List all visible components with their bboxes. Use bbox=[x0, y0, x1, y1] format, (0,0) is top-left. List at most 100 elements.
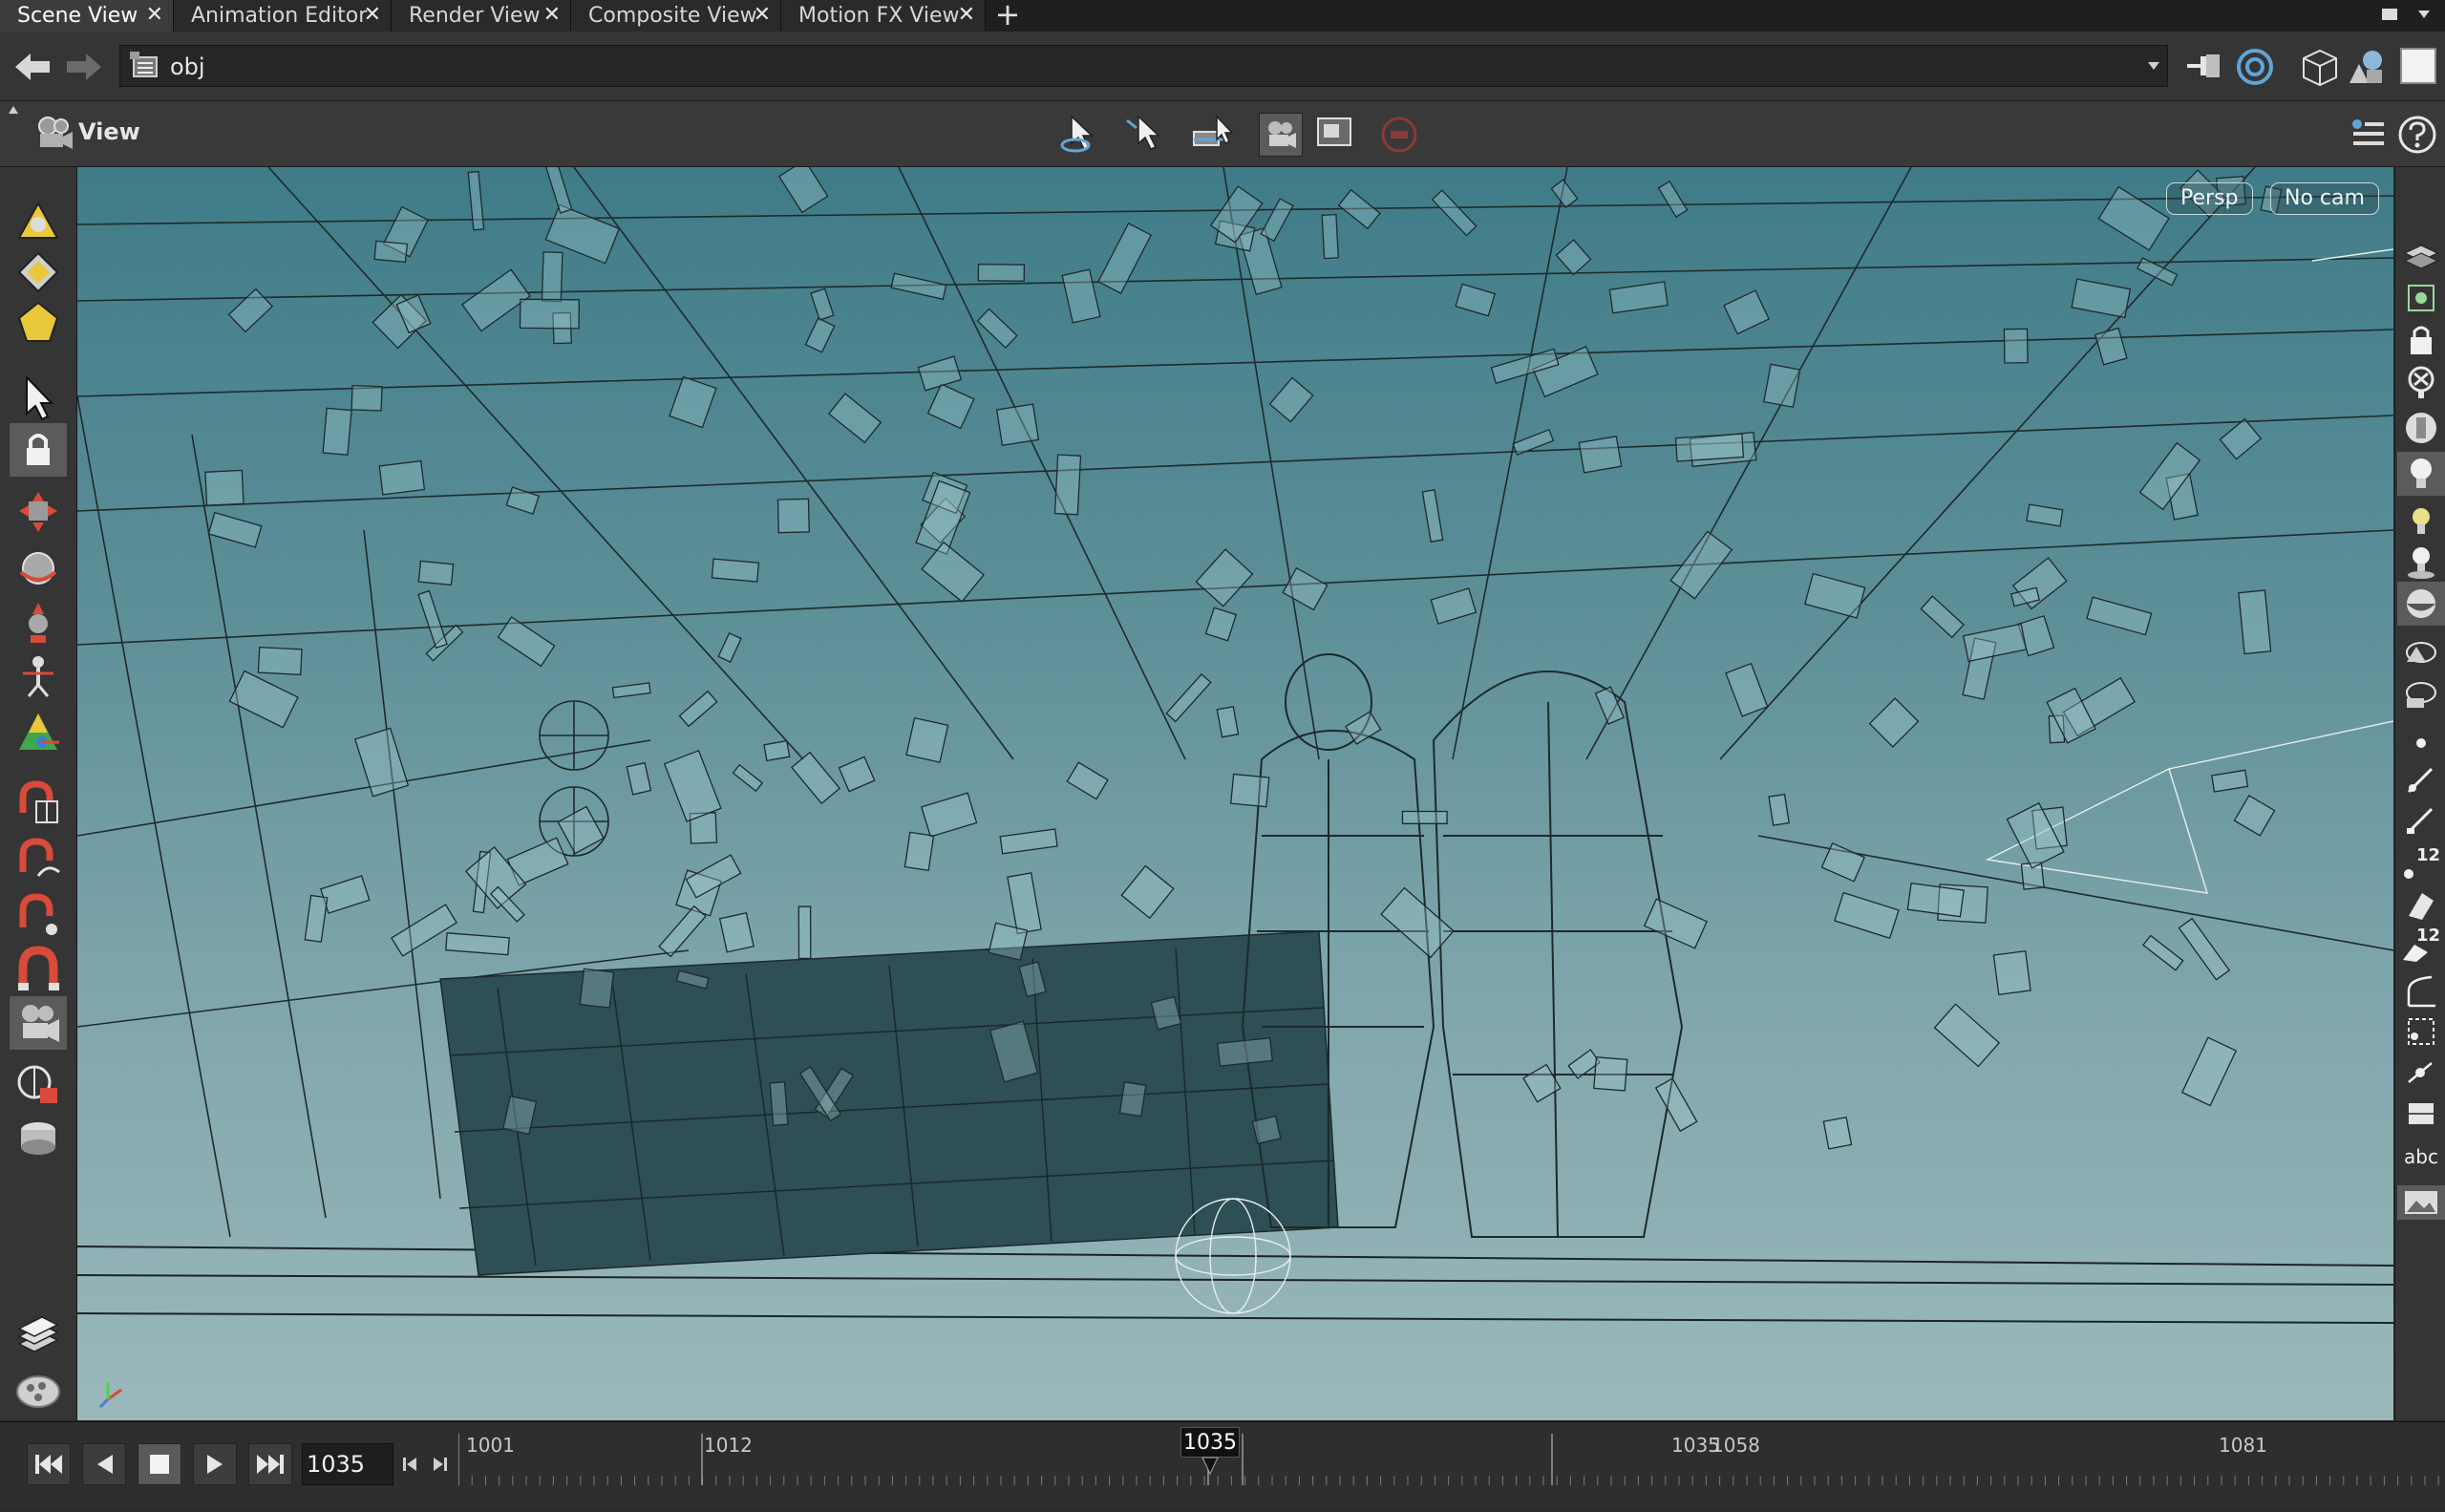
current-frame-field[interactable]: 1035 bbox=[302, 1443, 393, 1485]
smooth-shading-icon[interactable] bbox=[2403, 675, 2439, 712]
render-region-icon[interactable] bbox=[1314, 115, 1356, 153]
step-forward-icon[interactable] bbox=[430, 1455, 449, 1474]
path-field[interactable]: obj bbox=[119, 45, 2168, 87]
back-arrow-icon[interactable] bbox=[13, 51, 53, 83]
paper-card bbox=[1216, 706, 1240, 738]
forward-arrow-icon[interactable] bbox=[65, 51, 103, 83]
pin-icon[interactable] bbox=[2185, 49, 2223, 83]
tab-composite-view[interactable]: Composite View ✕ bbox=[571, 0, 781, 32]
lock-camera-icon[interactable] bbox=[2403, 322, 2439, 358]
shading-toggle[interactable] bbox=[2397, 582, 2445, 626]
target-icon[interactable] bbox=[2235, 47, 2275, 87]
snap-point-magnet-icon[interactable] bbox=[13, 889, 63, 939]
render-region-tool-icon[interactable] bbox=[13, 1059, 63, 1109]
lock-toggle[interactable] bbox=[10, 423, 67, 477]
prim-display-icon[interactable] bbox=[2403, 887, 2439, 924]
background-toggle[interactable] bbox=[2397, 1185, 2445, 1220]
object-mode-icon[interactable] bbox=[13, 198, 63, 247]
text-display-button[interactable]: abc bbox=[2399, 1139, 2443, 1174]
light-bulb-icon bbox=[2411, 458, 2432, 488]
paper-card bbox=[1455, 283, 1497, 317]
primitives-mode-icon[interactable] bbox=[13, 297, 63, 347]
snap-prim-magnet-icon[interactable] bbox=[13, 834, 63, 884]
play-reverse-button[interactable] bbox=[82, 1443, 126, 1485]
chevron-down-icon[interactable] bbox=[2414, 6, 2434, 23]
tab-animation-editor[interactable]: Animation Editor ✕ bbox=[174, 0, 392, 32]
display-options-icon[interactable] bbox=[2346, 115, 2388, 157]
display-layers-icon[interactable] bbox=[2403, 238, 2439, 274]
point-display-icon[interactable] bbox=[2403, 725, 2439, 761]
stop-render-icon[interactable] bbox=[1379, 115, 1419, 155]
projection-menu[interactable]: Persp bbox=[2166, 182, 2253, 215]
step-back-icon[interactable] bbox=[401, 1455, 420, 1474]
playhead-frame-marker[interactable]: 1035 bbox=[1180, 1427, 1240, 1458]
vertex-display-icon[interactable] bbox=[2403, 1054, 2439, 1090]
points-mode-icon[interactable] bbox=[13, 247, 63, 297]
show-handles-icon[interactable] bbox=[2403, 364, 2439, 400]
pane-layout-icon[interactable] bbox=[2399, 47, 2437, 85]
jump-end-button[interactable] bbox=[248, 1443, 292, 1485]
pose-tool-icon[interactable] bbox=[13, 650, 63, 700]
high-quality-light-icon[interactable] bbox=[2403, 543, 2439, 580]
close-icon[interactable]: ✕ bbox=[146, 3, 163, 27]
jump-start-button[interactable] bbox=[27, 1443, 71, 1485]
hulls-icon[interactable] bbox=[2403, 1013, 2439, 1050]
handle-tool-icon[interactable] bbox=[13, 708, 63, 757]
paper-card bbox=[2211, 769, 2249, 793]
scene-viewport[interactable]: Persp No cam bbox=[77, 167, 2393, 1420]
close-icon[interactable]: ✕ bbox=[958, 3, 975, 27]
close-icon[interactable]: ✕ bbox=[754, 3, 771, 27]
select-tool-icon[interactable] bbox=[1058, 115, 1100, 155]
add-tab-icon[interactable]: + bbox=[993, 0, 1022, 32]
paper-card bbox=[1768, 793, 1790, 826]
tab-scene-view[interactable]: Scene View ✕ bbox=[0, 0, 174, 32]
point-normals-icon[interactable] bbox=[2403, 801, 2439, 838]
move-tool-icon[interactable] bbox=[13, 488, 63, 538]
collapse-arrow-icon[interactable] bbox=[8, 105, 19, 115]
shaded-shapes-icon[interactable] bbox=[2346, 47, 2388, 87]
tab-motion-fx-view[interactable]: Motion FX View ✕ bbox=[781, 0, 986, 32]
paper-card bbox=[1674, 433, 1745, 462]
view-camera-icon[interactable] bbox=[32, 113, 74, 155]
rotate-tool-icon[interactable] bbox=[13, 543, 63, 593]
snap-select-icon[interactable] bbox=[1190, 115, 1236, 155]
flat-shading-icon[interactable] bbox=[2403, 633, 2439, 670]
film-reel-icon[interactable] bbox=[13, 1365, 63, 1415]
snap-grid-magnet-icon[interactable] bbox=[13, 778, 63, 828]
magnet-icon[interactable] bbox=[13, 945, 63, 994]
playhead-icon[interactable] bbox=[1201, 1457, 1219, 1476]
ambient-light-icon[interactable] bbox=[2403, 503, 2439, 540]
point-numbers-button[interactable]: 12 bbox=[2399, 845, 2443, 884]
view-camera-toggle[interactable] bbox=[1259, 113, 1303, 157]
camera-view-toggle[interactable] bbox=[10, 996, 67, 1050]
wireframe-cube-icon[interactable] bbox=[2300, 47, 2340, 87]
stop-button[interactable] bbox=[138, 1443, 181, 1485]
headlight-icon[interactable] bbox=[2403, 410, 2439, 446]
chevron-down-icon[interactable] bbox=[2146, 59, 2161, 73]
help-icon[interactable] bbox=[2397, 115, 2437, 155]
close-icon[interactable]: ✕ bbox=[543, 3, 561, 27]
prim-numbers-button[interactable]: 12 bbox=[2399, 926, 2443, 964]
paper-card bbox=[1007, 872, 1042, 935]
play-button[interactable] bbox=[193, 1443, 237, 1485]
profile-curves-icon[interactable] bbox=[2403, 973, 2439, 1010]
paper-card bbox=[1763, 363, 1801, 409]
normals-icon[interactable] bbox=[2403, 761, 2439, 798]
maximize-icon[interactable] bbox=[2380, 6, 2399, 23]
secure-select-icon[interactable] bbox=[1125, 115, 1167, 155]
select-arrow-icon[interactable] bbox=[13, 373, 63, 423]
tab-render-view[interactable]: Render View ✕ bbox=[392, 0, 571, 32]
playbar: 1035 1001 1012 1035 1058 1081 1035 bbox=[0, 1421, 2445, 1508]
close-icon[interactable]: ✕ bbox=[364, 3, 381, 27]
default-light-toggle[interactable] bbox=[2397, 452, 2445, 496]
uv-display-icon[interactable] bbox=[2403, 1096, 2439, 1132]
timeline-ruler[interactable]: 1001 1012 1035 1058 1081 1035 bbox=[457, 1422, 2445, 1508]
take-list-icon[interactable] bbox=[13, 1311, 63, 1361]
scale-tool-icon[interactable] bbox=[13, 599, 63, 649]
camera-menu[interactable]: No cam bbox=[2270, 182, 2379, 215]
paper-card bbox=[545, 167, 573, 214]
paper-card bbox=[611, 682, 651, 699]
tab-bar: Scene View ✕ Animation Editor ✕ Render V… bbox=[0, 0, 2445, 32]
flipbook-icon[interactable] bbox=[13, 1115, 63, 1164]
ghost-objects-icon[interactable] bbox=[2403, 280, 2439, 316]
